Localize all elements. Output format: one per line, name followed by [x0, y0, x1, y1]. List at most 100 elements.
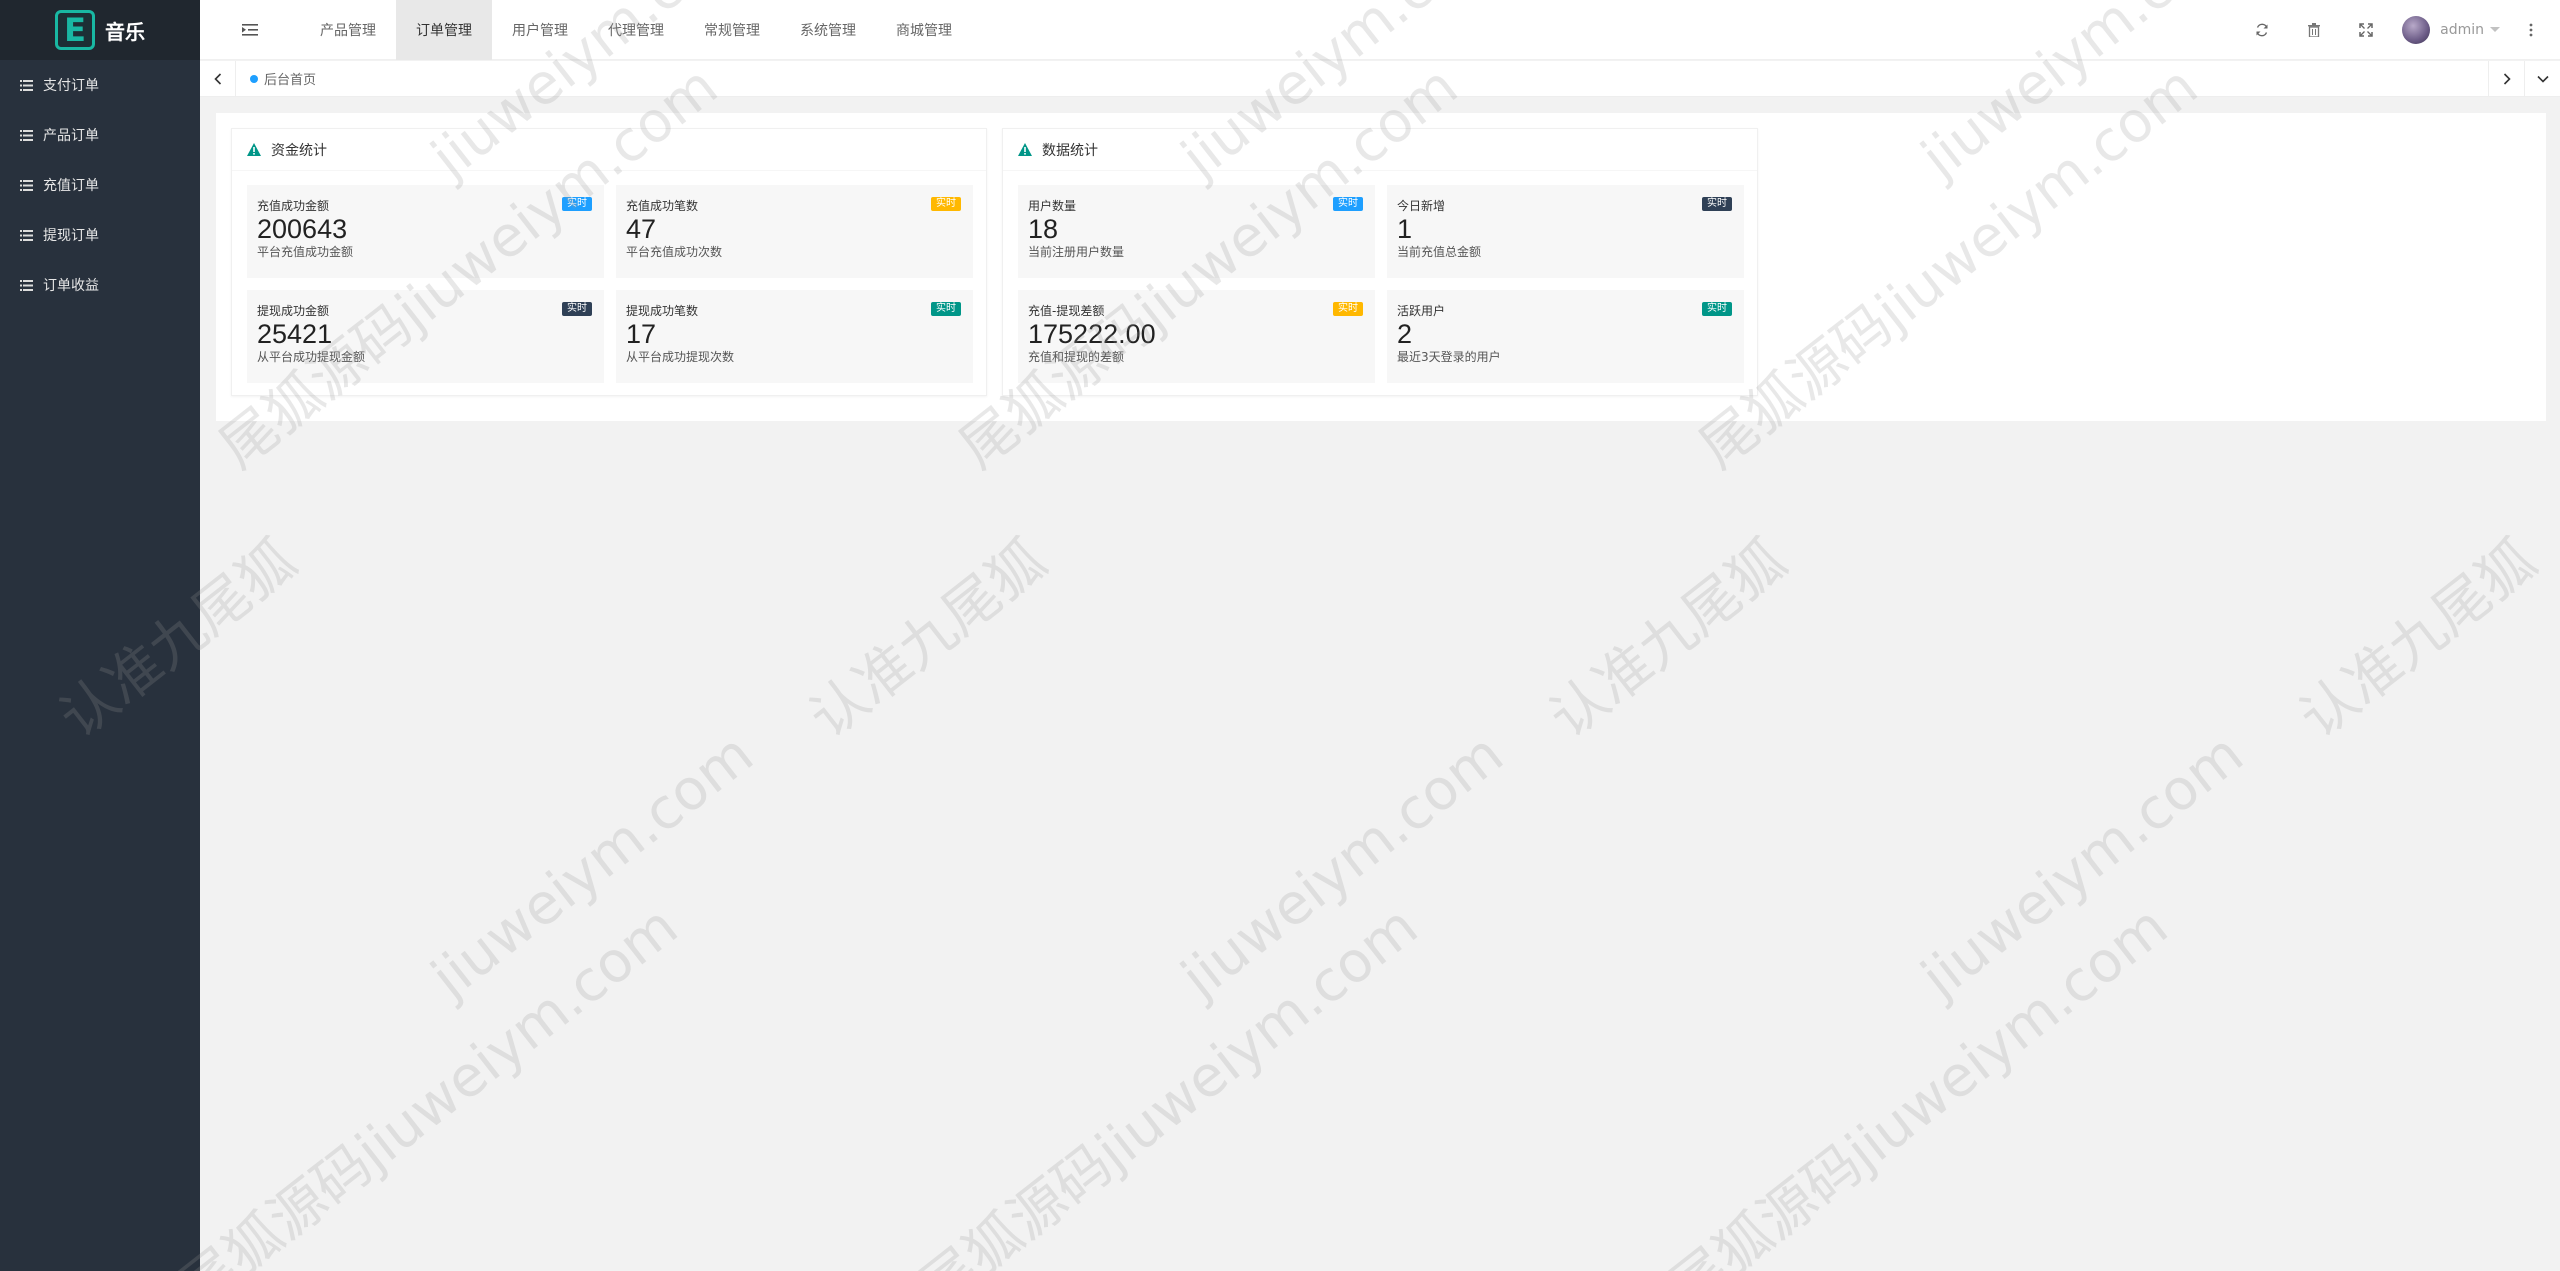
top-nav-product[interactable]: 产品管理 [300, 0, 396, 60]
sidebar-nav: 支付订单 产品订单 充值订单 提现订单 订单收益 [0, 60, 200, 310]
sidebar-item-label: 提现订单 [43, 228, 99, 244]
list-icon [20, 229, 33, 241]
stat-cards: 用户数量 18 当前注册用户数量 实时 今日新增 1 当前充值总金额 实时 充值… [1018, 185, 1744, 383]
stat-desc: 当前注册用户数量 [1028, 245, 1125, 259]
realtime-badge: 实时 [1333, 197, 1363, 211]
panel-header: 数据统计 [1003, 129, 1757, 171]
watermark-text: jiuweiym.com [420, 721, 766, 1012]
stat-value: 1 [1397, 214, 1413, 244]
more-vertical-icon [2529, 23, 2533, 36]
stat-title: 提现成功金额 [257, 304, 330, 318]
realtime-badge: 实时 [1702, 197, 1732, 211]
realtime-badge: 实时 [931, 302, 961, 316]
top-header: 产品管理 订单管理 用户管理 代理管理 常规管理 系统管理 商城管理 admin [200, 0, 2560, 60]
stat-title: 充值成功笔数 [626, 199, 699, 213]
realtime-badge: 实时 [1702, 302, 1732, 316]
stat-title: 提现成功笔数 [626, 304, 699, 318]
watermark-text: 认准九尾狐 [2288, 527, 2549, 752]
stat-title: 用户数量 [1028, 199, 1077, 213]
watermark-text: 尾狐源码jiuweiym.com [908, 893, 1430, 1271]
stat-desc: 平台充值成功金额 [257, 245, 354, 259]
main-content: 资金统计 充值成功金额 200643 平台充值成功金额 实时 充值成功笔数 47… [216, 113, 2546, 421]
stat-cards: 充值成功金额 200643 平台充值成功金额 实时 充值成功笔数 47 平台充值… [247, 185, 973, 383]
warning-icon [247, 143, 261, 156]
active-dot-icon [250, 74, 258, 83]
sidebar-item-recharge-orders[interactable]: 充值订单 [0, 160, 200, 210]
fullscreen-button[interactable] [2340, 0, 2392, 60]
clear-cache-button[interactable] [2288, 0, 2340, 60]
chevron-down-icon [2490, 27, 2500, 32]
sidebar-item-order-earnings[interactable]: 订单收益 [0, 260, 200, 310]
sidebar-item-product-orders[interactable]: 产品订单 [0, 110, 200, 160]
funds-stats-panel: 资金统计 充值成功金额 200643 平台充值成功金额 实时 充值成功笔数 47… [231, 128, 987, 396]
sidebar-item-label: 充值订单 [43, 178, 99, 194]
sidebar-item-label: 支付订单 [43, 78, 99, 94]
top-nav-agent[interactable]: 代理管理 [588, 0, 684, 60]
header-tools: admin [2236, 0, 2560, 60]
top-nav-order[interactable]: 订单管理 [396, 0, 492, 60]
logo[interactable]: E 音乐 [0, 0, 200, 60]
top-nav-mall[interactable]: 商城管理 [876, 0, 972, 60]
tab-bar: 后台首页 [200, 60, 2560, 97]
stat-value: 200643 [257, 214, 348, 244]
list-icon [20, 279, 33, 291]
refresh-button[interactable] [2236, 0, 2288, 60]
panel-header: 资金统计 [232, 129, 986, 171]
watermark-text: 尾狐源码jiuweiym.com [1658, 893, 2180, 1271]
logo-mark: E [55, 10, 95, 50]
stat-value: 25421 [257, 319, 333, 349]
stat-card-balance-diff: 充值-提现差额 175222.00 充值和提现的差额 实时 [1018, 290, 1375, 383]
stat-title: 今日新增 [1397, 199, 1446, 213]
menu-toggle-icon [242, 23, 258, 36]
stat-card-withdraw-amount: 提现成功金额 25421 从平台成功提现金额 实时 [247, 290, 604, 383]
menu-toggle-button[interactable] [200, 0, 300, 60]
stat-title: 活跃用户 [1397, 304, 1446, 318]
panel-title: 数据统计 [1042, 142, 1098, 159]
stat-value: 17 [626, 319, 657, 349]
top-nav: 产品管理 订单管理 用户管理 代理管理 常规管理 系统管理 商城管理 [300, 0, 972, 60]
stat-value: 2 [1397, 319, 1413, 349]
stat-card-recharge-amount: 充值成功金额 200643 平台充值成功金额 实时 [247, 185, 604, 278]
stat-title: 充值-提现差额 [1028, 304, 1105, 318]
stat-card-user-count: 用户数量 18 当前注册用户数量 实时 [1018, 185, 1375, 278]
stat-desc: 最近3天登录的用户 [1397, 350, 1501, 364]
stat-card-recharge-count: 充值成功笔数 47 平台充值成功次数 实时 [616, 185, 973, 278]
sidebar-item-pay-orders[interactable]: 支付订单 [0, 60, 200, 110]
stat-desc: 平台充值成功次数 [626, 245, 723, 259]
watermark-text: 认准九尾狐 [1538, 527, 1799, 752]
stat-value: 47 [626, 214, 657, 244]
watermark-text: 认准九尾狐 [798, 527, 1059, 752]
stat-card-withdraw-count: 提现成功笔数 17 从平台成功提现次数 实时 [616, 290, 973, 383]
watermark-text: jiuweiym.com [1910, 721, 2256, 1012]
realtime-badge: 实时 [1333, 302, 1363, 316]
top-nav-user[interactable]: 用户管理 [492, 0, 588, 60]
tab-scroll-left-button[interactable] [200, 60, 236, 97]
top-nav-general[interactable]: 常规管理 [684, 0, 780, 60]
stat-card-today-new: 今日新增 1 当前充值总金额 实时 [1387, 185, 1744, 278]
more-button[interactable] [2516, 0, 2546, 60]
sidebar-item-withdraw-orders[interactable]: 提现订单 [0, 210, 200, 260]
stat-desc: 充值和提现的差额 [1028, 350, 1125, 364]
tab-label: 后台首页 [264, 73, 317, 88]
tab-options-button[interactable] [2524, 60, 2560, 97]
sidebar-item-label: 产品订单 [43, 128, 99, 144]
tab-scroll-right-button[interactable] [2488, 60, 2524, 97]
list-icon [20, 79, 33, 91]
refresh-icon [2256, 23, 2268, 36]
top-nav-system[interactable]: 系统管理 [780, 0, 876, 60]
tab-home[interactable]: 后台首页 [236, 61, 330, 97]
logo-text: 音乐 [105, 19, 145, 44]
stat-value: 18 [1028, 214, 1059, 244]
data-stats-panel: 数据统计 用户数量 18 当前注册用户数量 实时 今日新增 1 当前充值总金额 … [1002, 128, 1758, 396]
stat-card-active-users: 活跃用户 2 最近3天登录的用户 实时 [1387, 290, 1744, 383]
trash-icon [2308, 22, 2321, 37]
list-icon [20, 179, 33, 191]
avatar [2402, 15, 2431, 44]
stat-desc: 从平台成功提现金额 [257, 350, 366, 364]
username: admin [2440, 21, 2484, 38]
realtime-badge: 实时 [562, 197, 592, 211]
user-menu[interactable]: admin [2402, 15, 2500, 44]
fullscreen-icon [2359, 22, 2373, 37]
stat-desc: 当前充值总金额 [1397, 245, 1482, 259]
sidebar: E 音乐 支付订单 产品订单 充值订单 提现订单 订单收益 [0, 0, 200, 1271]
